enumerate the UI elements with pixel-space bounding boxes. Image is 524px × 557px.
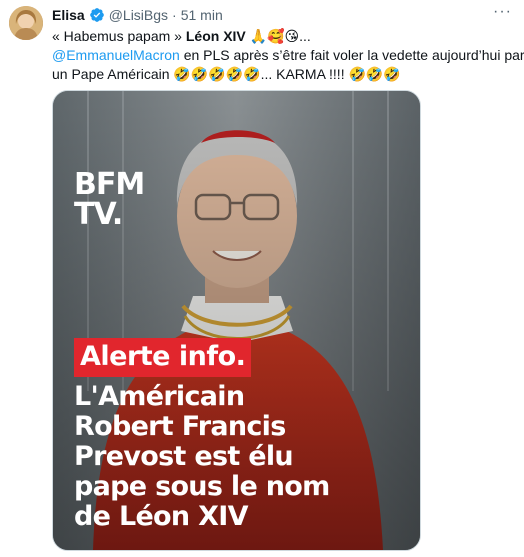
author-handle[interactable]: @LisiBgs — [109, 7, 168, 23]
mention-link[interactable]: @EmmanuelMacron — [52, 47, 180, 63]
logo-line-1: BFM — [74, 167, 145, 202]
headline-line-4: pape sous le nom — [74, 471, 330, 502]
headline-line-1: L'Américain — [74, 381, 245, 412]
text-prefix: « Habemus papam » — [52, 28, 186, 44]
news-headline: L'Américain Robert Francis Prevost est é… — [74, 382, 409, 532]
logo-line-2: TV. — [74, 197, 123, 232]
tweet-text: « Habemus papam » Léon XIV 🙏🥰😘... @Emman… — [52, 27, 524, 84]
avatar-image — [9, 6, 43, 40]
headline-line-5: de Léon XIV — [74, 501, 248, 532]
bfmtv-logo: BFM TV. — [74, 167, 145, 232]
author-name[interactable]: Elisa — [52, 7, 85, 23]
avatar[interactable] — [9, 6, 43, 40]
tweet-text-line-3: un Pape Américain 🤣🤣🤣🤣🤣... KARMA !!!! 🤣🤣… — [52, 66, 401, 82]
headline-line-3: Prevost est élu — [74, 441, 294, 472]
timestamp[interactable]: 51 min — [181, 7, 223, 23]
more-options-icon[interactable]: ··· — [493, 3, 512, 21]
header-separator: · — [172, 7, 177, 23]
alert-badge: Alerte info. — [74, 338, 252, 377]
text-suffix: 🙏🥰😘... — [245, 28, 311, 44]
tweet[interactable]: Elisa @LisiBgs · 51 min ··· « Habemus pa… — [0, 0, 524, 557]
headline-line-2: Robert Francis — [74, 411, 286, 442]
text-line-2-rest: en PLS après s’être fait voler la vedett… — [179, 47, 524, 63]
tweet-media-image[interactable]: BFM TV. Alerte info. L'Américain Robert … — [52, 90, 421, 551]
tweet-text-line-2: @EmmanuelMacron en PLS après s’être fait… — [52, 46, 524, 65]
tweet-text-line-1: « Habemus papam » Léon XIV 🙏🥰😘... — [52, 27, 516, 46]
tweet-header: Elisa @LisiBgs · 51 min — [52, 7, 223, 23]
verified-badge-icon — [89, 8, 104, 22]
text-bold-title: Léon XIV — [185, 28, 246, 44]
